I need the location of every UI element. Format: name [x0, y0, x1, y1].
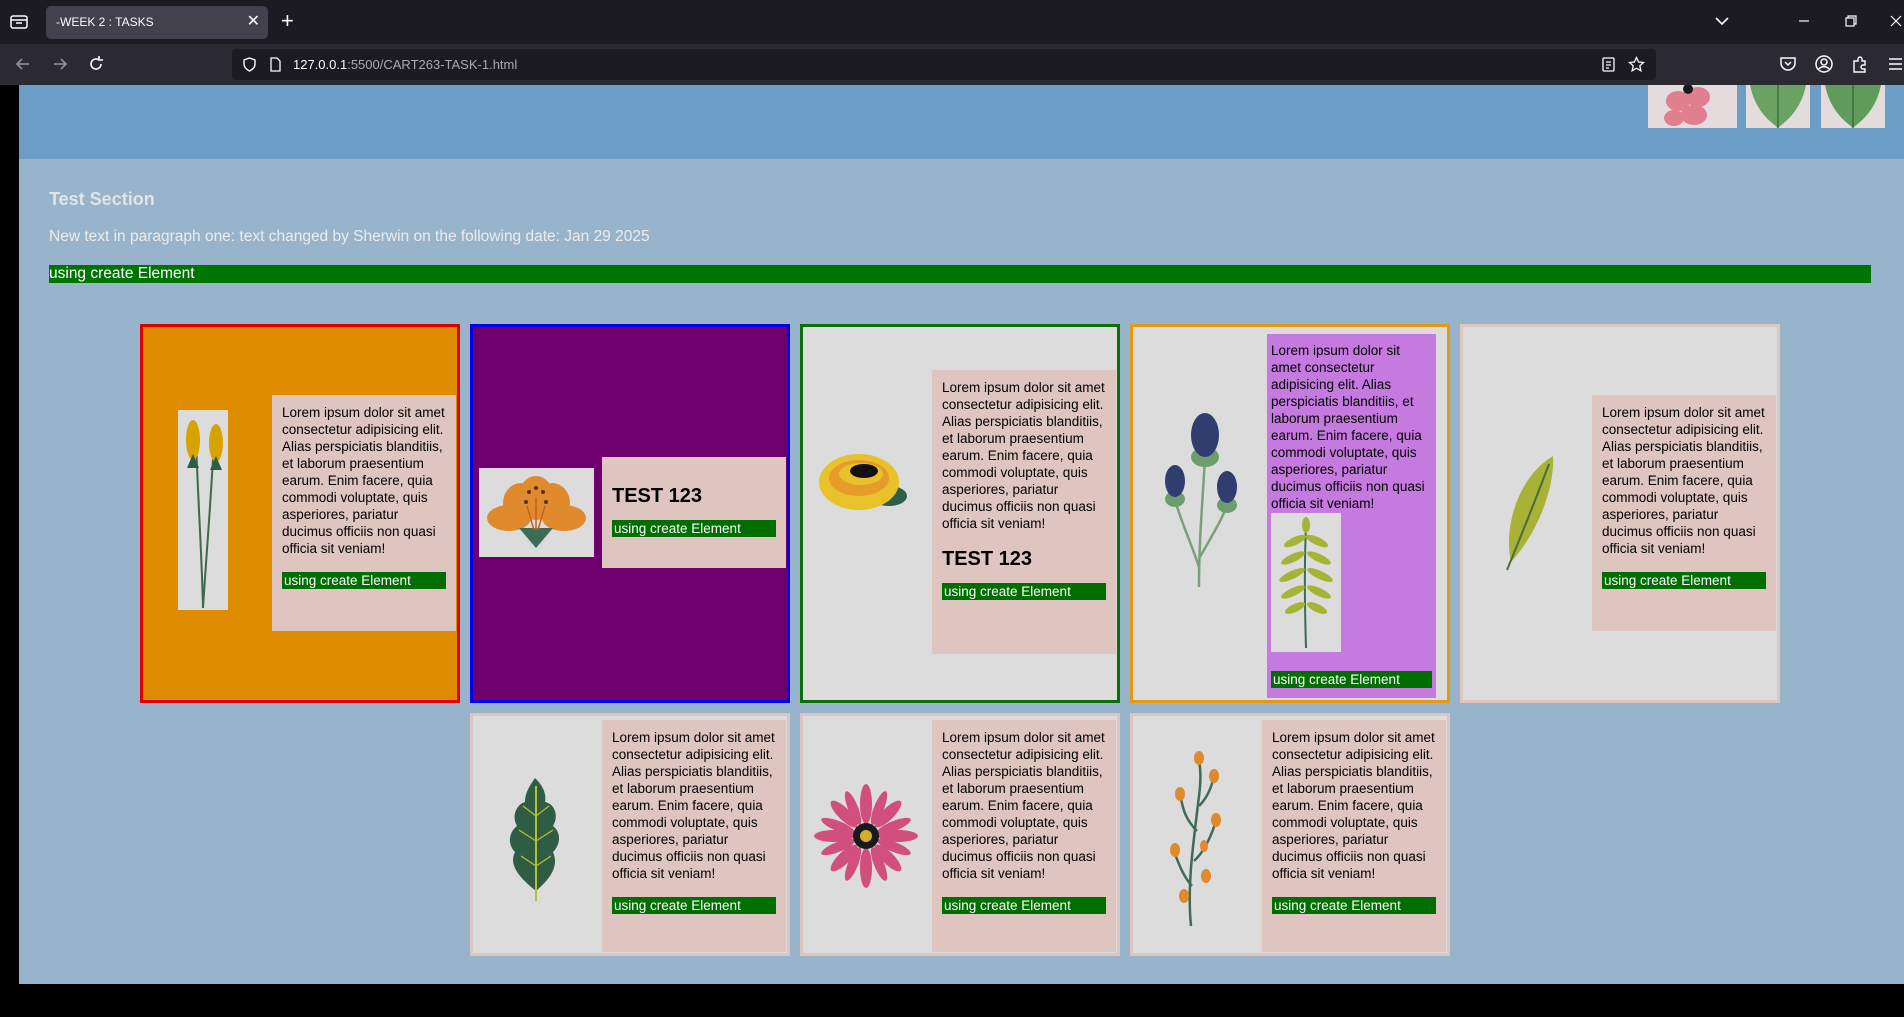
- new-tab-icon[interactable]: +: [281, 9, 294, 33]
- created-element-bar: using create Element: [49, 265, 1871, 283]
- header-leaf-image: [1746, 85, 1810, 128]
- menu-icon[interactable]: [1886, 54, 1904, 74]
- test-heading: TEST 123: [612, 485, 703, 507]
- card-lorem-text: Lorem ipsum dolor sit amet consectetur a…: [942, 730, 1105, 881]
- tab-title: -WEEK 2 : TASKS: [56, 15, 154, 29]
- card-purple-panel: Lorem ipsum dolor sit amet consectetur a…: [1267, 334, 1436, 698]
- bookmark-star-icon[interactable]: [1628, 56, 1645, 73]
- card-text-panel: Lorem ipsum dolor sit amet consectetur a…: [602, 720, 786, 952]
- card-image-orange-branch: [1139, 736, 1254, 936]
- tabs-menu-icon[interactable]: [1713, 12, 1731, 30]
- restore-icon[interactable]: [1840, 10, 1862, 32]
- flower-card: Lorem ipsum dolor sit amet consectetur a…: [1130, 324, 1450, 703]
- forward-icon[interactable]: [50, 54, 70, 74]
- card-image-yellow-rose: [809, 438, 924, 527]
- card-lorem-text: Lorem ipsum dolor sit amet consectetur a…: [942, 380, 1105, 531]
- reader-view-icon[interactable]: [1600, 56, 1617, 73]
- card-image-orange-flower: [479, 468, 594, 557]
- create-element-label: using create Element: [1272, 897, 1436, 914]
- header-banner: [19, 85, 1904, 159]
- test-heading: TEST 123: [942, 548, 1033, 570]
- card-text-panel: Lorem ipsum dolor sit amet consectetur a…: [1262, 720, 1446, 952]
- flower-card: Lorem ipsum dolor sit amet consectetur a…: [140, 324, 460, 703]
- account-icon[interactable]: [1814, 54, 1834, 74]
- create-element-label: using create Element: [942, 897, 1106, 914]
- back-icon[interactable]: [13, 54, 33, 74]
- tab-list-icon[interactable]: [9, 12, 29, 32]
- pocket-icon[interactable]: [1778, 54, 1798, 74]
- close-tab-icon[interactable]: ✕: [247, 13, 260, 31]
- header-leaf-image: [1821, 85, 1885, 128]
- create-element-label: using create Element: [612, 520, 776, 537]
- address-bar[interactable]: 127.0.0.1:5500/CART263-TASK-1.html: [232, 49, 1656, 80]
- create-element-label: using create Element: [612, 897, 776, 914]
- card-image-fern: [1271, 513, 1341, 652]
- url-text: 127.0.0.1:5500/CART263-TASK-1.html: [293, 57, 517, 72]
- close-icon[interactable]: [1885, 10, 1904, 32]
- card-lorem-text: Lorem ipsum dolor sit amet consectetur a…: [1272, 730, 1435, 881]
- card-text-panel: TEST 123 using create Element: [602, 457, 786, 568]
- card-image-green-leaf: [1469, 436, 1584, 576]
- card-lorem-text: Lorem ipsum dolor sit amet consectetur a…: [282, 405, 445, 556]
- url-host: 127.0.0.1: [293, 57, 348, 72]
- web-viewport: Test Section New text in paragraph one: …: [0, 85, 1904, 1017]
- flower-card: TEST 123 using create Element: [470, 324, 790, 703]
- flower-card: Lorem ipsum dolor sit amet consectetur a…: [1460, 324, 1780, 703]
- reload-icon[interactable]: [86, 54, 106, 74]
- paragraph-one: New text in paragraph one: text changed …: [49, 228, 650, 245]
- card-text-panel: Lorem ipsum dolor sit amet consectetur a…: [932, 720, 1116, 952]
- card-image-oak-leaf: [479, 756, 594, 916]
- active-tab[interactable]: -WEEK 2 : TASKS ✕: [46, 6, 268, 39]
- create-element-label: using create Element: [1602, 572, 1766, 589]
- page-icon[interactable]: [267, 56, 284, 73]
- minimize-icon[interactable]: [1793, 10, 1815, 32]
- create-element-label: using create Element: [942, 583, 1106, 600]
- url-path: :5500/CART263-TASK-1.html: [347, 57, 518, 72]
- card-image-thistle: [1139, 387, 1254, 607]
- navigation-toolbar: 127.0.0.1:5500/CART263-TASK-1.html: [0, 44, 1904, 85]
- page-body: Test Section New text in paragraph one: …: [19, 85, 1904, 984]
- shield-icon[interactable]: [241, 56, 258, 73]
- card-lorem-text: Lorem ipsum dolor sit amet consectetur a…: [612, 730, 775, 881]
- card-text-panel: Lorem ipsum dolor sit amet consectetur a…: [932, 370, 1116, 654]
- header-pink-flower-image: [1648, 85, 1737, 128]
- card-text-panel: Lorem ipsum dolor sit amet consectetur a…: [1592, 395, 1776, 631]
- flower-card: Lorem ipsum dolor sit amet consectetur a…: [1130, 713, 1450, 956]
- card-image-pink-daisy: [809, 756, 924, 916]
- create-element-label: using create Element: [1271, 671, 1432, 688]
- card-text-panel: Lorem ipsum dolor sit amet consectetur a…: [272, 395, 456, 631]
- tab-strip: -WEEK 2 : TASKS ✕ +: [0, 0, 1904, 44]
- card-lorem-text: Lorem ipsum dolor sit amet consectetur a…: [1271, 343, 1425, 511]
- card-lorem-text: Lorem ipsum dolor sit amet consectetur a…: [1602, 405, 1765, 556]
- section-title: Test Section: [49, 189, 155, 209]
- create-element-label: using create Element: [282, 572, 446, 589]
- extensions-icon[interactable]: [1850, 54, 1870, 74]
- flower-card: Lorem ipsum dolor sit amet consectetur a…: [800, 324, 1120, 703]
- flower-card: Lorem ipsum dolor sit amet consectetur a…: [470, 713, 790, 956]
- flower-card: Lorem ipsum dolor sit amet consectetur a…: [800, 713, 1120, 956]
- card-image-yellow-buds: [178, 410, 228, 610]
